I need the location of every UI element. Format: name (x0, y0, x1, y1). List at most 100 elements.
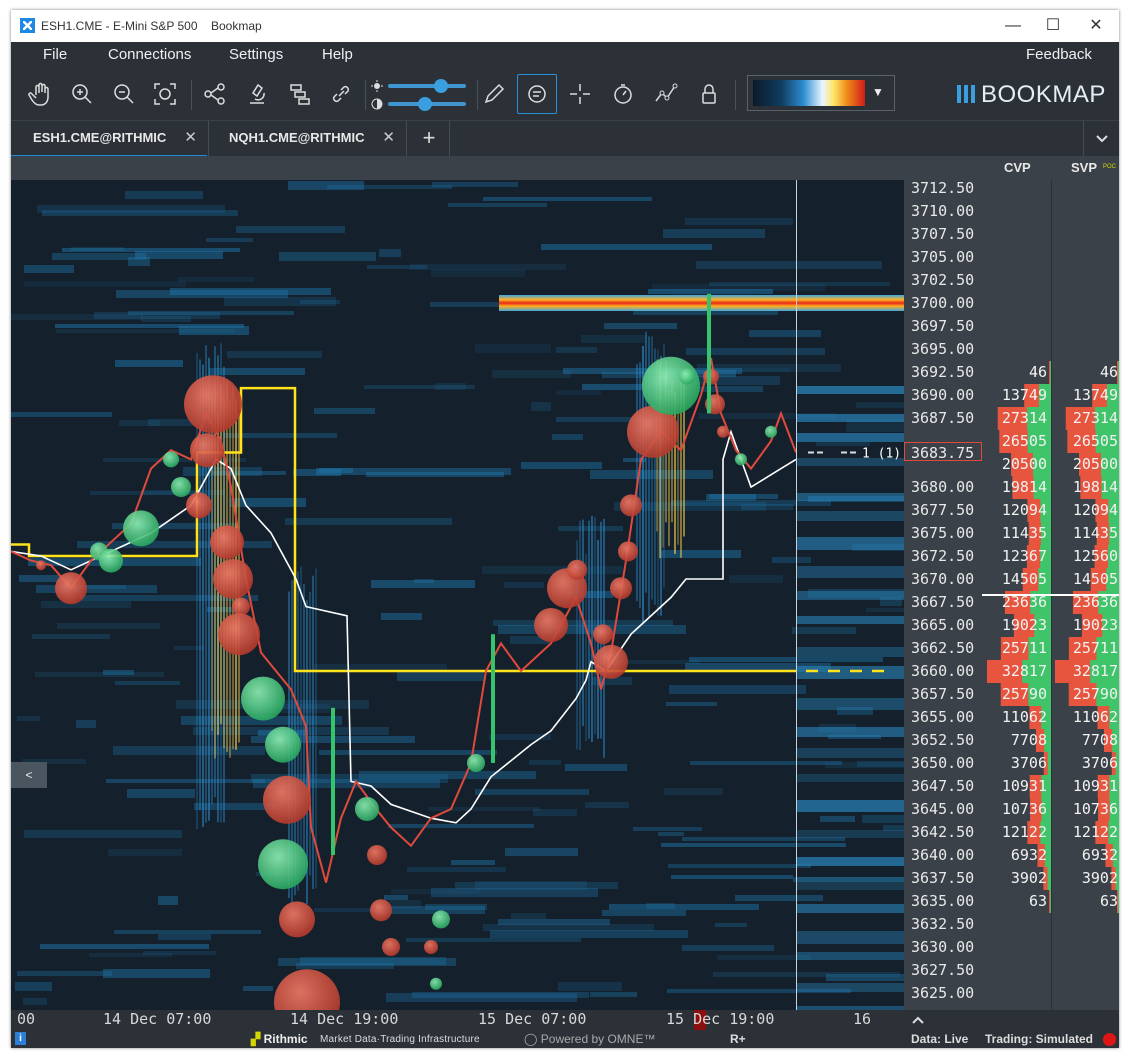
contrast-slider-knob[interactable] (418, 97, 432, 111)
sell-volume-bubble (184, 375, 242, 434)
liquidity-level (529, 760, 561, 765)
add-tab-button[interactable]: + (419, 121, 439, 155)
liquidity-level (846, 424, 904, 432)
indicator-icon[interactable] (653, 81, 679, 107)
instrument-tabs: ESH1.CME@RITHMIC ✕ NQH1.CME@RITHMIC ✕ + (11, 120, 1119, 158)
link-icon[interactable] (328, 81, 354, 107)
maximize-button[interactable]: ☐ (1043, 16, 1063, 36)
bookmap-window: ESH1.CME - E-Mini S&P 500 Bookmap — ☐ ✕ … (11, 10, 1119, 1048)
liquidity-level (552, 434, 583, 440)
price-label: 3660.00 (911, 662, 975, 680)
price-label: 3687.50 (911, 409, 975, 427)
liquidity-level (820, 816, 855, 822)
svp-value: 32817 (1072, 662, 1118, 680)
price-label: 3665.00 (911, 616, 975, 634)
liquidity-level (143, 951, 216, 955)
liquidity-level (792, 627, 856, 634)
brightness-slider-knob[interactable] (434, 79, 448, 93)
price-label: 3642.50 (911, 823, 975, 841)
feedback-link[interactable]: Feedback (1026, 46, 1092, 63)
bookmap-brand: BOOKMAP (957, 81, 1106, 109)
buy-volume-bubble (467, 754, 485, 772)
liquidity-level (288, 181, 364, 190)
sell-volume-bubble (55, 572, 87, 605)
sell-volume-bubble (534, 608, 568, 642)
sell-volume-bubble (367, 845, 387, 865)
liquidity-level (663, 229, 765, 238)
close-button[interactable]: ✕ (1086, 16, 1106, 36)
liquidity-level (671, 875, 793, 879)
liquidity-level (314, 664, 447, 670)
title-bar: ESH1.CME - E-Mini S&P 500 Bookmap — ☐ ✕ (11, 10, 1119, 42)
buy-volume-bubble (258, 839, 308, 890)
menu-help[interactable]: Help (322, 46, 353, 63)
liquidity-level (448, 203, 547, 207)
svp-value: 10931 (1072, 777, 1118, 795)
menu-file[interactable]: File (43, 46, 67, 63)
liquidity-level (24, 265, 74, 273)
hand-icon[interactable] (27, 81, 53, 107)
info-icon[interactable]: i (15, 1032, 26, 1045)
close-tab-icon[interactable]: ✕ (184, 121, 197, 155)
liquidity-level (490, 930, 688, 938)
liquidity-level (796, 748, 904, 758)
cvp-value: 46 (1028, 363, 1047, 381)
crosshair-icon[interactable] (567, 81, 593, 107)
microscope-icon[interactable] (245, 81, 271, 107)
chevron-up-icon[interactable] (911, 1012, 925, 1028)
liquidity-level (772, 557, 811, 563)
contrast-slider[interactable] (388, 97, 466, 111)
liquidity-level (314, 408, 375, 414)
collapse-panel-button[interactable]: < (11, 762, 47, 788)
cvp-value: 11062 (1001, 708, 1047, 726)
liquidity-level (32, 634, 110, 639)
price-axis[interactable]: 3712.50 3710.00 3707.50 3705.00 3702.50 3700.… (904, 179, 982, 1010)
svp-header[interactable]: SVP (1071, 160, 1097, 175)
zoom-out-icon[interactable] (111, 81, 137, 107)
svp-value: 19814 (1072, 478, 1118, 496)
minimize-button[interactable]: — (1003, 16, 1023, 36)
liquidity-level (697, 364, 841, 372)
share-icon[interactable] (202, 81, 228, 107)
tab-nqh1[interactable]: NQH1.CME@RITHMIC ✕ (209, 121, 405, 155)
svp-value: 25790 (1072, 685, 1118, 703)
svp-value: 25711 (1072, 639, 1118, 657)
tabs-menu-chevron-icon[interactable] (1083, 121, 1119, 157)
liquidity-level (696, 261, 882, 269)
column-header: CVP SVP POC (11, 156, 1119, 180)
price-label: 3670.00 (911, 570, 975, 588)
close-tab-icon[interactable]: ✕ (382, 121, 395, 155)
cvp-value: 3902 (1010, 869, 1047, 887)
current-time-line (796, 180, 797, 1030)
liquidity-level (23, 998, 47, 1005)
timer-icon[interactable] (610, 81, 636, 107)
liquidity-level (581, 335, 647, 343)
svp-value: 10736 (1072, 800, 1118, 818)
liquidity-level (749, 330, 821, 337)
liquidity-level (40, 944, 209, 949)
svp-value: 14505 (1072, 570, 1118, 588)
heatmap-palette-dropdown[interactable]: ▼ (747, 75, 895, 111)
sell-volume-bubble (593, 624, 613, 645)
menu-settings[interactable]: Settings (229, 46, 283, 63)
liquidity-level (170, 288, 331, 295)
tab-esh1[interactable]: ESH1.CME@RITHMIC ✕ (11, 121, 207, 158)
liquidity-level (475, 789, 589, 795)
heatmap-chart[interactable]: 1 (1) < (11, 180, 904, 1010)
current-price-box (904, 442, 982, 461)
chat-icon[interactable] (517, 74, 557, 114)
lock-icon[interactable] (696, 81, 722, 107)
brightness-slider[interactable] (388, 79, 466, 93)
liquidity-level (179, 326, 249, 335)
cvp-header[interactable]: CVP (1004, 160, 1031, 175)
liquidity-level (379, 249, 401, 257)
svp-value: 26505 (1072, 432, 1118, 450)
heatmap-canvas[interactable]: 1 (1) (11, 180, 904, 1010)
layers-icon[interactable] (287, 81, 313, 107)
zoom-in-icon[interactable] (69, 81, 95, 107)
price-label: 3635.00 (911, 892, 975, 910)
pencil-icon[interactable] (481, 81, 507, 107)
zoom-fit-icon[interactable] (152, 81, 178, 107)
liquidity-level (482, 566, 623, 574)
menu-connections[interactable]: Connections (108, 46, 191, 63)
